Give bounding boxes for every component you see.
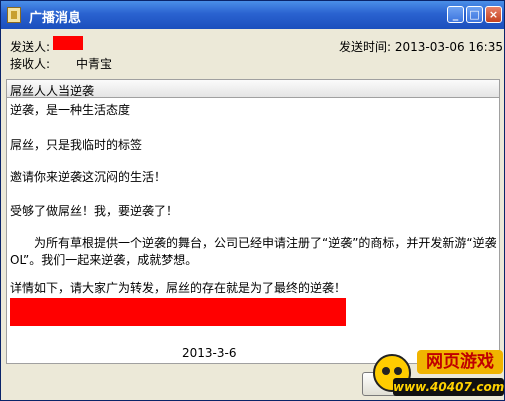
subject-bar: 屌丝人人当逆袭: [6, 79, 500, 98]
body-redaction: [10, 298, 346, 326]
sender-redaction: [53, 36, 83, 50]
window-title: 广播消息: [29, 11, 82, 26]
recipient-label: 接收人:: [10, 57, 51, 71]
watermark-text: 网页游戏: [417, 350, 503, 374]
broadcast-message-window: 广播消息 _ □ × 发送人: 发送时间: 2013-03-06 16:35 接…: [0, 0, 505, 401]
title-bar[interactable]: 广播消息 _ □ ×: [1, 1, 504, 29]
minimize-button[interactable]: _: [447, 6, 464, 23]
close-button[interactable]: ×: [485, 6, 502, 23]
sender-label: 发送人:: [10, 40, 51, 54]
message-line: OL”。我们一起来逆袭，成就梦想。: [10, 253, 198, 267]
message-line: 为所有草根提供一个逆袭的舞台，公司已经申请注册了“逆袭”的商标，并开发新游“逆袭: [10, 236, 497, 250]
message-body[interactable]: 逆袭，是一种生活态度 屌丝，只是我临时的标签 邀请你来逆袭这沉闷的生活！ 受够了…: [6, 98, 500, 364]
message-line: 受够了做屌丝！我，要逆袭了！: [10, 204, 179, 218]
message-line: 逆袭，是一种生活态度: [10, 103, 131, 117]
message-line: 屌丝，只是我临时的标签: [10, 138, 143, 152]
recipient-value: 中青宝: [76, 57, 113, 71]
maximize-button[interactable]: □: [466, 6, 483, 23]
message-line: 详情如下，请大家广为转发，屌丝的存在就是为了最终的逆袭！: [10, 281, 347, 295]
message-subject: 屌丝人人当逆袭: [10, 84, 95, 98]
app-icon: [7, 7, 21, 23]
message-line: 邀请你来逆袭这沉闷的生活！: [10, 170, 167, 184]
watermark-logo: 网页游戏 www.40407.com: [371, 348, 504, 400]
send-time: 发送时间: 2013-03-06 16:35: [339, 40, 503, 54]
message-date: 2013-3-6: [182, 346, 237, 360]
watermark-url: www.40407.com: [393, 378, 505, 396]
